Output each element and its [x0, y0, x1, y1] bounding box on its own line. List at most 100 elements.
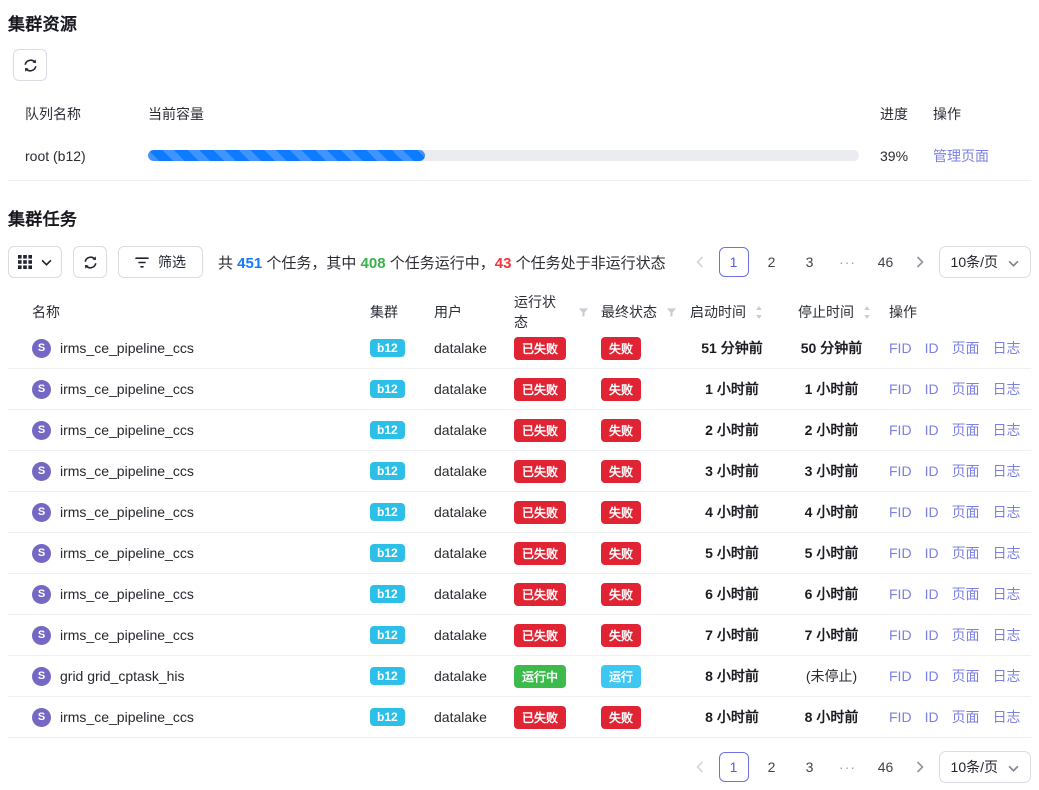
- page-link[interactable]: 页面: [952, 338, 980, 358]
- fid-link[interactable]: FID: [889, 381, 912, 397]
- fid-link[interactable]: FID: [889, 545, 912, 561]
- id-link[interactable]: ID: [925, 422, 939, 438]
- page-link[interactable]: 页面: [952, 543, 980, 563]
- fid-link[interactable]: FID: [889, 709, 912, 725]
- final-status-tag: 失败: [601, 378, 641, 401]
- page-number-button[interactable]: 3: [795, 752, 825, 782]
- spark-avatar: S: [32, 626, 51, 645]
- filter-button[interactable]: 筛选: [118, 246, 203, 278]
- id-link[interactable]: ID: [925, 627, 939, 643]
- page-link[interactable]: 页面: [952, 461, 980, 481]
- prev-page-button[interactable]: [689, 246, 711, 278]
- fid-link[interactable]: FID: [889, 586, 912, 602]
- page-number-button[interactable]: 46: [871, 752, 901, 782]
- chevron-down-icon: [1008, 759, 1019, 775]
- manage-page-link[interactable]: 管理页面: [933, 148, 989, 164]
- bottom-bar: 1 2 3 ··· 46 10条/页: [8, 751, 1031, 783]
- id-link[interactable]: ID: [925, 709, 939, 725]
- id-link[interactable]: ID: [925, 545, 939, 561]
- page-number-button[interactable]: ···: [833, 247, 863, 277]
- table-row: S irms_ce_pipeline_ccs b12 datalake 已失败 …: [8, 615, 1031, 656]
- start-time: 6 小时前: [705, 584, 759, 604]
- page-size-value: 10条/页: [951, 252, 998, 272]
- resources-refresh-button[interactable]: [13, 49, 47, 81]
- start-time: 51 分钟前: [701, 338, 762, 358]
- final-status-filter-icon[interactable]: [666, 307, 677, 318]
- cluster-badge: b12: [370, 667, 405, 685]
- id-link[interactable]: ID: [925, 340, 939, 356]
- spark-avatar: S: [32, 708, 51, 727]
- log-link[interactable]: 日志: [993, 379, 1021, 399]
- start-time: 4 小时前: [705, 502, 759, 522]
- page-link[interactable]: 页面: [952, 584, 980, 604]
- tasks-refresh-button[interactable]: [73, 246, 107, 278]
- log-link[interactable]: 日志: [993, 420, 1021, 440]
- page-link[interactable]: 页面: [952, 625, 980, 645]
- layout-dropdown-button[interactable]: [8, 246, 62, 278]
- log-link[interactable]: 日志: [993, 625, 1021, 645]
- table-row: S irms_ce_pipeline_ccs b12 datalake 已失败 …: [8, 492, 1031, 533]
- spark-avatar: S: [32, 462, 51, 481]
- page-number-button[interactable]: 1: [719, 247, 749, 277]
- refresh-icon: [23, 58, 38, 73]
- next-page-button[interactable]: [909, 246, 931, 278]
- id-link[interactable]: ID: [925, 381, 939, 397]
- page-size-select[interactable]: 10条/页: [939, 751, 1031, 783]
- stop-time: 7 小时前: [805, 625, 859, 645]
- cluster-badge: b12: [370, 462, 405, 480]
- stop-time: 3 小时前: [805, 461, 859, 481]
- final-status-tag: 失败: [601, 419, 641, 442]
- id-link[interactable]: ID: [925, 586, 939, 602]
- final-status-tag: 运行: [601, 665, 641, 688]
- page-link[interactable]: 页面: [952, 379, 980, 399]
- page-size-value: 10条/页: [951, 757, 998, 777]
- stop-time-sorter-icon[interactable]: [863, 306, 871, 319]
- cluster-badge: b12: [370, 585, 405, 603]
- next-page-button[interactable]: [909, 751, 931, 783]
- page-number-button[interactable]: 2: [757, 247, 787, 277]
- capacity-progress-bar: [148, 150, 859, 161]
- page-link[interactable]: 页面: [952, 666, 980, 686]
- page-size-select[interactable]: 10条/页: [939, 246, 1031, 278]
- log-link[interactable]: 日志: [993, 584, 1021, 604]
- id-link[interactable]: ID: [925, 504, 939, 520]
- final-status-tag: 失败: [601, 706, 641, 729]
- page-number-button[interactable]: 1: [719, 752, 749, 782]
- fid-link[interactable]: FID: [889, 627, 912, 643]
- log-link[interactable]: 日志: [993, 461, 1021, 481]
- stop-time-header: 停止时间: [798, 302, 854, 322]
- spark-avatar: S: [32, 421, 51, 440]
- task-name: irms_ce_pipeline_ccs: [60, 504, 194, 520]
- stop-time: (未停止): [806, 666, 857, 686]
- fid-link[interactable]: FID: [889, 463, 912, 479]
- log-link[interactable]: 日志: [993, 338, 1021, 358]
- page-link[interactable]: 页面: [952, 707, 980, 727]
- fid-link[interactable]: FID: [889, 668, 912, 684]
- page-link[interactable]: 页面: [952, 420, 980, 440]
- page-number-button[interactable]: ···: [833, 752, 863, 782]
- page-number-button[interactable]: 46: [871, 247, 901, 277]
- id-link[interactable]: ID: [925, 668, 939, 684]
- log-link[interactable]: 日志: [993, 502, 1021, 522]
- fid-link[interactable]: FID: [889, 422, 912, 438]
- run-status-filter-icon[interactable]: [578, 307, 589, 318]
- fid-link[interactable]: FID: [889, 504, 912, 520]
- tasks-table-header: 名称 集群 用户 运行状态 最终状态 启动时间: [8, 292, 1031, 328]
- task-name: grid grid_cptask_his: [60, 668, 185, 684]
- log-link[interactable]: 日志: [993, 666, 1021, 686]
- id-link[interactable]: ID: [925, 463, 939, 479]
- fid-link[interactable]: FID: [889, 340, 912, 356]
- name-header: 名称: [8, 302, 358, 322]
- log-link[interactable]: 日志: [993, 543, 1021, 563]
- prev-page-button[interactable]: [689, 751, 711, 783]
- page-number-button[interactable]: 2: [757, 752, 787, 782]
- spark-avatar: S: [32, 667, 51, 686]
- log-link[interactable]: 日志: [993, 707, 1021, 727]
- page-link[interactable]: 页面: [952, 502, 980, 522]
- start-time-sorter-icon[interactable]: [755, 306, 763, 319]
- spark-avatar: S: [32, 503, 51, 522]
- refresh-icon: [83, 255, 98, 270]
- page-number-button[interactable]: 3: [795, 247, 825, 277]
- run-status-tag: 已失败: [514, 337, 566, 360]
- final-status-tag: 失败: [601, 501, 641, 524]
